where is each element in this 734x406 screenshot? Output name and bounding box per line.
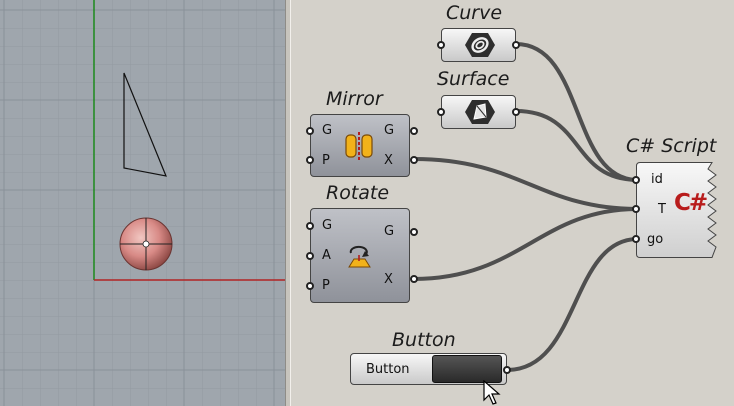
mirror-output-x-label: X	[384, 153, 393, 168]
mirror-input-p-port[interactable]	[306, 156, 314, 164]
csharp-input-id-port[interactable]	[632, 176, 640, 184]
rotate-output-g-label: G	[384, 224, 395, 239]
rotate-input-g-port[interactable]	[306, 222, 314, 230]
mirror-title: Mirror	[326, 88, 383, 110]
curve-output-port[interactable]	[512, 41, 520, 49]
rhino-viewport[interactable]	[0, 0, 288, 406]
button-title: Button	[392, 329, 456, 351]
rotate-icon	[348, 245, 371, 268]
rotate-input-a-label: A	[322, 248, 331, 263]
mouse-pointer-icon	[483, 380, 501, 405]
mirror-output-g-label: G	[384, 123, 395, 138]
viewport-grid	[0, 0, 288, 406]
curve-title: Curve	[446, 2, 503, 24]
surface-input-port[interactable]	[437, 108, 445, 116]
rotate-input-p-label: P	[322, 278, 330, 293]
csharp-title: C# Script	[626, 135, 717, 157]
csharp-input-id-label: id	[651, 172, 663, 187]
csharp-icon: C#	[674, 190, 708, 216]
surface-param-icon	[465, 100, 495, 124]
rotate-title: Rotate	[326, 182, 390, 204]
csharp-input-t-label: T	[658, 202, 666, 217]
rotate-component[interactable]: G A P G X	[310, 208, 410, 303]
rotate-input-a-port[interactable]	[306, 252, 314, 260]
mirror-component[interactable]: G P G X	[310, 114, 410, 177]
mirror-input-g-port[interactable]	[306, 127, 314, 135]
rotate-output-x-port[interactable]	[410, 275, 418, 283]
surface-component[interactable]	[441, 95, 516, 129]
csharp-input-go-port[interactable]	[632, 235, 640, 243]
csharp-input-go-label: go	[647, 232, 664, 247]
sphere-geometry	[119, 217, 173, 271]
surface-title: Surface	[437, 68, 510, 90]
rotate-output-g-port[interactable]	[410, 228, 418, 236]
mirror-input-g-label: G	[322, 123, 333, 138]
button-output-port[interactable]	[503, 366, 511, 374]
mirror-icon	[345, 132, 373, 160]
rotate-input-g-label: G	[322, 218, 333, 233]
surface-output-port[interactable]	[512, 108, 520, 116]
button-toggle[interactable]	[432, 355, 502, 383]
curve-component[interactable]	[441, 28, 516, 62]
mirror-input-p-label: P	[322, 153, 330, 168]
mirror-output-g-port[interactable]	[410, 127, 418, 135]
mirror-output-x-port[interactable]	[410, 156, 418, 164]
curve-param-icon	[465, 33, 495, 57]
curve-input-port[interactable]	[437, 41, 445, 49]
csharp-input-t-port[interactable]	[632, 205, 640, 213]
rotate-output-x-label: X	[384, 272, 393, 287]
rotate-input-p-port[interactable]	[306, 282, 314, 290]
button-label: Button	[366, 362, 410, 377]
